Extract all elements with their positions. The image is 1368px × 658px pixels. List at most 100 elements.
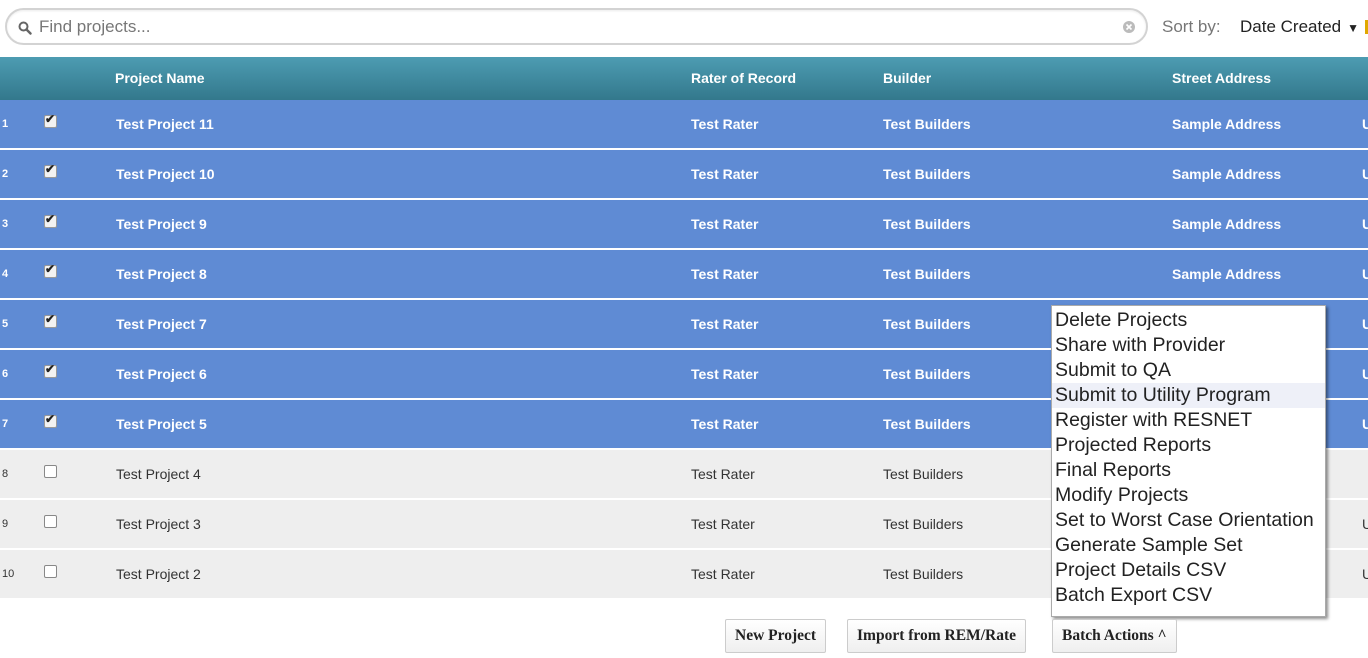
next-column-cell: U (1362, 416, 1368, 432)
search-box[interactable] (5, 8, 1148, 45)
row-number: 9 (2, 518, 9, 530)
menu-item-set-to-worst-case-orientation[interactable]: Set to Worst Case Orientation (1052, 508, 1325, 533)
menu-item-delete-projects[interactable]: Delete Projects (1052, 308, 1325, 333)
rater-cell: Test Rater (691, 516, 755, 532)
table-row[interactable]: 4 Test Project 8 Test Rater Test Builders Sa… (0, 250, 1368, 298)
next-column-cell: U (1362, 266, 1368, 282)
batch-actions-button[interactable]: Batch Actions ^ (1052, 619, 1177, 653)
builder-cell: Test Builders (883, 166, 971, 182)
rater-cell: Test Rater (691, 466, 755, 482)
row-checkbox[interactable]: ✔ (44, 112, 57, 128)
rater-cell: Test Rater (691, 116, 759, 132)
clear-icon[interactable] (1122, 20, 1136, 34)
row-checkbox[interactable]: ✔ (44, 362, 57, 378)
builder-cell: Test Builders (883, 316, 971, 332)
next-column-cell: U (1362, 216, 1368, 232)
project-name-cell[interactable]: Test Project 9 (116, 216, 207, 232)
street-address-cell: Sample Address (1172, 216, 1282, 232)
rater-cell: Test Rater (691, 266, 759, 282)
row-number: 4 (2, 268, 9, 280)
new-project-button[interactable]: New Project (725, 619, 827, 653)
row-checkbox[interactable]: ✔ (44, 212, 57, 228)
row-number: 6 (2, 368, 9, 380)
menu-item-generate-sample-set[interactable]: Generate Sample Set (1052, 533, 1325, 558)
check-icon: ✔ (45, 312, 56, 326)
row-number: 7 (2, 418, 9, 430)
row-number: 3 (2, 218, 9, 230)
row-checkbox[interactable]: ✔ (44, 162, 57, 178)
column-header-builder[interactable]: Builder (883, 70, 931, 86)
check-icon: ✔ (45, 162, 56, 176)
row-number: 10 (2, 568, 15, 580)
row-number: 2 (2, 168, 9, 180)
caret-down-icon: ▼ (1347, 21, 1360, 35)
row-checkbox[interactable] (44, 465, 57, 478)
check-icon: ✔ (45, 112, 56, 126)
builder-cell: Test Builders (883, 566, 964, 582)
builder-cell: Test Builders (883, 116, 971, 132)
menu-item-modify-projects[interactable]: Modify Projects (1052, 483, 1325, 508)
search-input[interactable] (39, 15, 1119, 39)
sort-label: Sort by: (1162, 17, 1221, 36)
street-address-cell: Sample Address (1172, 166, 1282, 182)
check-icon: ✔ (45, 262, 56, 276)
row-checkbox[interactable]: ✔ (44, 262, 57, 278)
menu-item-submit-to-qa[interactable]: Submit to QA (1052, 358, 1325, 383)
project-name-cell[interactable]: Test Project 6 (116, 366, 207, 382)
table-row[interactable]: 1 Test Project 11 Test Rater Test Builders S… (0, 100, 1368, 148)
sort-value: Date Created (1240, 17, 1342, 36)
table-header: Project Name Rater of Record Builder Str… (0, 57, 1368, 100)
street-address-cell: Sample Address (1172, 266, 1282, 282)
row-checkbox[interactable]: ✔ (44, 312, 57, 328)
next-column-cell: U (1362, 166, 1368, 182)
street-address-cell: Sample Address (1172, 116, 1282, 132)
builder-cell: Test Builders (883, 416, 971, 432)
table-row[interactable]: 3 Test Project 9 Test Rater Test Builders Sa… (0, 200, 1368, 248)
project-name-cell[interactable]: Test Project 7 (116, 316, 207, 332)
next-column-cell: U (1362, 516, 1368, 532)
row-checkbox[interactable] (44, 565, 57, 578)
check-icon: ✔ (45, 412, 56, 426)
project-name-cell[interactable]: Test Project 3 (116, 516, 201, 532)
next-column-cell: U (1362, 366, 1368, 382)
rater-cell: Test Rater (691, 566, 755, 582)
column-header-project-name[interactable]: Project Name (115, 70, 204, 86)
builder-cell: Test Builders (883, 516, 964, 532)
row-checkbox[interactable]: ✔ (44, 412, 57, 428)
import-rem-rate-button[interactable]: Import from REM/Rate (847, 619, 1026, 653)
builder-cell: Test Builders (883, 366, 971, 382)
row-checkbox[interactable] (44, 515, 57, 528)
next-column-cell: U (1362, 316, 1368, 332)
menu-item-register-with-resnet[interactable]: Register with RESNET (1052, 408, 1325, 433)
project-name-cell[interactable]: Test Project 10 (116, 166, 215, 182)
row-number: 5 (2, 318, 9, 330)
batch-actions-menu: Delete Projects Share with Provider Submit… (1051, 305, 1326, 617)
project-name-cell[interactable]: Test Project 8 (116, 266, 207, 282)
menu-item-share-with-provider[interactable]: Share with Provider (1052, 333, 1325, 358)
project-name-cell[interactable]: Test Project 4 (116, 466, 201, 482)
next-column-cell: U (1362, 116, 1368, 132)
sort-select[interactable]: Date Created ▼ (1240, 17, 1359, 37)
check-icon: ✔ (45, 212, 56, 226)
project-list-screen: Sort by: Date Created ▼ Project Name Rate… (0, 0, 1368, 658)
builder-cell: Test Builders (883, 216, 971, 232)
menu-item-project-details-csv[interactable]: Project Details CSV (1052, 558, 1325, 583)
next-column-cell: U (1362, 566, 1368, 582)
menu-item-final-reports[interactable]: Final Reports (1052, 458, 1325, 483)
search-icon (18, 21, 32, 35)
project-name-cell[interactable]: Test Project 5 (116, 416, 207, 432)
builder-cell: Test Builders (883, 266, 971, 282)
menu-item-projected-reports[interactable]: Projected Reports (1052, 433, 1325, 458)
rater-cell: Test Rater (691, 316, 759, 332)
rater-cell: Test Rater (691, 166, 759, 182)
row-number: 1 (2, 118, 9, 130)
project-name-cell[interactable]: Test Project 2 (116, 566, 201, 582)
menu-item-submit-to-utility-program[interactable]: Submit to Utility Program (1052, 383, 1325, 408)
table-row[interactable]: 2 Test Project 10 Test Rater Test Builders S… (0, 150, 1368, 198)
menu-item-batch-export-csv[interactable]: Batch Export CSV (1052, 583, 1325, 608)
project-name-cell[interactable]: Test Project 11 (116, 116, 214, 132)
rater-cell: Test Rater (691, 416, 759, 432)
column-header-rater[interactable]: Rater of Record (691, 70, 796, 86)
rater-cell: Test Rater (691, 216, 759, 232)
column-header-street-address[interactable]: Street Address (1172, 70, 1271, 86)
